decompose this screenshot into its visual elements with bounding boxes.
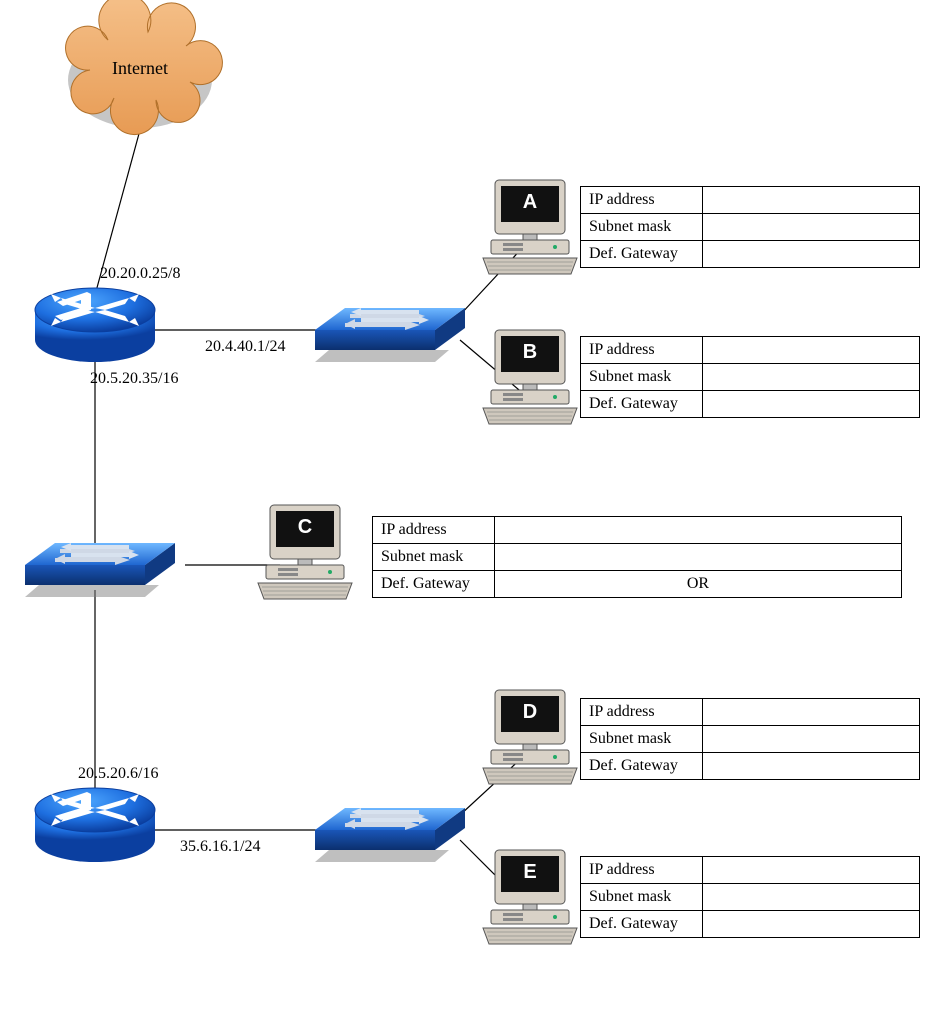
pc-a-label: A [523,191,537,213]
host-d-row-ip: IP address [581,699,703,726]
host-c-val-gw[interactable]: OR [495,571,902,598]
host-b-row-ip: IP address [581,337,703,364]
host-d-val-ip[interactable] [703,699,920,726]
router-2 [35,788,155,862]
host-e-row-gw: Def. Gateway [581,911,703,938]
host-d-table: IP address Subnet mask Def. Gateway [580,698,920,780]
host-e-val-ip[interactable] [703,857,920,884]
host-a-row-gw: Def. Gateway [581,241,703,268]
router-1 [35,288,155,362]
router1-if-bottom-label: 20.5.20.35/16 [90,370,178,388]
host-e-val-gw[interactable] [703,911,920,938]
pc-b-label: B [523,341,537,363]
host-c-row-ip: IP address [373,517,495,544]
switch-3 [315,807,465,862]
host-a-val-ip[interactable] [703,187,920,214]
host-a-val-mask[interactable] [703,214,920,241]
pc-c-label: C [298,516,312,538]
host-d-val-gw[interactable] [703,753,920,780]
host-a-row-mask: Subnet mask [581,214,703,241]
pc-e [483,850,577,944]
host-b-val-ip[interactable] [703,337,920,364]
host-e-table: IP address Subnet mask Def. Gateway [580,856,920,938]
pc-d [483,690,577,784]
host-a-row-ip: IP address [581,187,703,214]
host-c-table: IP address Subnet mask Def. GatewayOR [372,516,902,598]
pc-a [483,180,577,274]
host-a-table: IP address Subnet mask Def. Gateway [580,186,920,268]
host-c-row-mask: Subnet mask [373,544,495,571]
router1-if-right-label: 20.4.40.1/24 [205,338,285,356]
host-e-row-mask: Subnet mask [581,884,703,911]
host-e-row-ip: IP address [581,857,703,884]
diagram: A B C D E Internet 20.20.0.25/8 20.4.40.… [0,0,944,1024]
host-c-val-ip[interactable] [495,517,902,544]
host-c-val-mask[interactable] [495,544,902,571]
switch-2 [25,542,175,597]
host-e-val-mask[interactable] [703,884,920,911]
host-a-val-gw[interactable] [703,241,920,268]
host-b-val-gw[interactable] [703,391,920,418]
host-c-row-gw: Def. Gateway [373,571,495,598]
pc-d-label: D [523,701,537,723]
switch-1 [315,307,465,362]
pc-e-label: E [523,861,536,883]
host-d-row-mask: Subnet mask [581,726,703,753]
pc-b [483,330,577,424]
host-d-val-mask[interactable] [703,726,920,753]
host-b-table: IP address Subnet mask Def. Gateway [580,336,920,418]
router1-if-top-label: 20.20.0.25/8 [100,265,180,283]
router2-if-right-label: 35.6.16.1/24 [180,838,260,856]
host-b-row-gw: Def. Gateway [581,391,703,418]
host-b-row-mask: Subnet mask [581,364,703,391]
internet-label: Internet [105,58,175,79]
host-b-val-mask[interactable] [703,364,920,391]
router2-if-top-label: 20.5.20.6/16 [78,765,158,783]
pc-c [258,505,352,599]
host-d-row-gw: Def. Gateway [581,753,703,780]
